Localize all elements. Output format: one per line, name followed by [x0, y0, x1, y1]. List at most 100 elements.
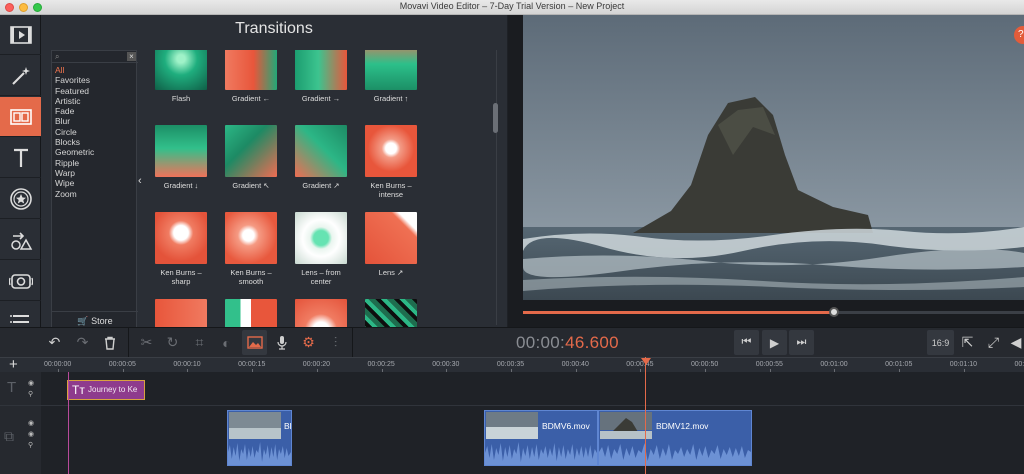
category-item[interactable]: All: [52, 65, 138, 75]
clip-name: BDMV6.mov: [542, 421, 590, 431]
video-clip-3[interactable]: BDMV12.mov: [598, 410, 752, 466]
transition-thumbnail: [365, 299, 417, 330]
transition-tile[interactable]: Flash: [151, 50, 211, 122]
visibility-eye-icon[interactable]: ◉: [28, 379, 34, 387]
video-visibility-eye-icon[interactable]: ◉: [28, 419, 34, 427]
export-icon: ⇱: [961, 334, 974, 350]
transition-tile[interactable]: Ken Burns – smooth: [221, 212, 281, 296]
video-lock-icon[interactable]: ⚲: [28, 441, 33, 449]
category-item[interactable]: Circle: [52, 127, 138, 137]
transition-tile[interactable]: Gradient ↗: [291, 125, 351, 209]
transition-label: Lens – from center: [301, 268, 341, 286]
undo-icon: ↶: [48, 334, 61, 350]
titles-button[interactable]: [0, 138, 41, 178]
category-item[interactable]: Blocks: [52, 137, 138, 147]
preview-seekbar[interactable]: [523, 307, 1024, 317]
category-search-input[interactable]: ⌕ ×: [52, 51, 138, 63]
title-clip-icon: Tт: [72, 383, 85, 397]
transition-tile[interactable]: Gradient ↓: [151, 125, 211, 209]
filters-button[interactable]: [0, 56, 41, 96]
stickers-button[interactable]: [0, 179, 41, 219]
more-tools-button[interactable]: [0, 261, 41, 301]
transition-tile[interactable]: [291, 299, 351, 330]
rotate-button[interactable]: ↻: [160, 330, 185, 355]
edit-toolbar: ↶ ↷ ✂ ↻ ⌗ ◐ ⚙ ⫶ 00:00:46.600 ⏮ ▶ ⏭ 16:9 …: [0, 327, 1024, 358]
category-item[interactable]: Ripple: [52, 158, 138, 168]
category-item[interactable]: Zoom: [52, 189, 138, 199]
audio-waveform: [599, 443, 751, 465]
add-track-button[interactable]: +: [9, 357, 18, 372]
transition-tile[interactable]: Lens ↗: [361, 212, 421, 296]
crop-button[interactable]: ⌗: [187, 330, 212, 355]
next-button[interactable]: ⏭: [789, 330, 814, 355]
cut-button[interactable]: ✂: [134, 330, 159, 355]
transition-thumbnail: [295, 125, 347, 177]
grid-scrollbar[interactable]: [493, 103, 498, 133]
export-frame-button[interactable]: ⇱: [955, 330, 980, 355]
category-item[interactable]: Featured: [52, 86, 138, 96]
transition-tile[interactable]: Gradient →: [291, 50, 351, 122]
video-clip-2[interactable]: BDMV6.mov: [484, 410, 598, 466]
transition-label: Gradient ↑: [373, 94, 409, 103]
transitions-button[interactable]: [0, 97, 41, 137]
callouts-button[interactable]: [0, 220, 41, 260]
category-item[interactable]: Wipe: [52, 178, 138, 188]
title-clip[interactable]: Tт Journey to Ke: [67, 380, 145, 400]
timecode-display: 00:00:46.600: [516, 333, 619, 353]
transition-tile[interactable]: Gradient ←: [221, 50, 281, 122]
ruler-tick-label: 00:00:15: [238, 361, 266, 368]
lock-icon[interactable]: ⚲: [28, 390, 33, 398]
delete-button[interactable]: [97, 330, 122, 355]
play-button[interactable]: ▶: [762, 330, 787, 355]
volume-button[interactable]: ◀: [1008, 330, 1024, 355]
transition-tile[interactable]: [221, 299, 281, 330]
collapse-categories-button[interactable]: ‹: [138, 175, 142, 187]
fullscreen-button[interactable]: ⤢: [981, 330, 1006, 355]
transition-tile[interactable]: Ken Burns – sharp: [151, 212, 211, 296]
image-button[interactable]: [242, 330, 267, 355]
timeline-ruler[interactable]: + 00:00:00 00:00:05 00:00:10 00:00:15 00:00:…: [0, 357, 1024, 372]
category-item[interactable]: Warp: [52, 168, 138, 178]
category-item[interactable]: Geometric: [52, 147, 138, 157]
color-adjust-button[interactable]: ◐: [214, 330, 239, 355]
equalizer-button[interactable]: ⫶: [323, 330, 348, 355]
transition-tile[interactable]: Lens – from center: [291, 212, 351, 296]
category-item[interactable]: Fade: [52, 106, 138, 116]
transition-tile[interactable]: [151, 299, 211, 330]
clip-properties-button[interactable]: ⚙: [296, 330, 321, 355]
record-audio-button[interactable]: [269, 330, 294, 355]
playhead-handle[interactable]: [641, 358, 651, 365]
previous-button[interactable]: ⏮: [734, 330, 759, 355]
aspect-ratio-button[interactable]: 16:9: [927, 330, 954, 355]
undo-button[interactable]: ↶: [42, 330, 67, 355]
gear-icon: ⚙: [302, 334, 315, 350]
seekbar-handle[interactable]: [828, 307, 839, 317]
transition-label: Gradient ↖: [232, 181, 270, 190]
category-item[interactable]: Blur: [52, 116, 138, 126]
transition-tile[interactable]: Ken Burns – intense: [361, 125, 421, 209]
clear-search-icon[interactable]: ×: [127, 52, 136, 61]
transition-tile[interactable]: Gradient ↖: [221, 125, 281, 209]
transition-thumbnail: [225, 50, 277, 90]
transition-thumbnail: [295, 212, 347, 264]
timecode-active: 46.600: [565, 333, 619, 352]
transition-tile[interactable]: [361, 299, 421, 330]
category-item[interactable]: Artistic: [52, 96, 138, 106]
transition-thumbnail: [295, 299, 347, 330]
import-button[interactable]: [0, 15, 41, 55]
preview-frame: [523, 15, 1024, 300]
redo-button[interactable]: ↷: [70, 330, 95, 355]
video-clip-1[interactable]: Bl: [227, 410, 292, 466]
video-preview[interactable]: [523, 15, 1024, 300]
seekbar-progress: [523, 311, 834, 314]
transition-label: Ken Burns – sharp: [160, 268, 202, 286]
timeline-playhead[interactable]: [645, 357, 646, 474]
transition-tile[interactable]: Gradient ↑: [361, 50, 421, 122]
category-item[interactable]: Favorites: [52, 75, 138, 85]
video-mute-icon[interactable]: ◉: [28, 430, 34, 438]
ruler-tick-label: 00:00:10: [173, 361, 201, 368]
skip-back-icon: ⏮: [741, 336, 752, 348]
skip-forward-icon: ⏭: [796, 336, 807, 348]
transition-label: Gradient →: [301, 94, 341, 103]
transition-label: Gradient ↓: [163, 181, 199, 190]
